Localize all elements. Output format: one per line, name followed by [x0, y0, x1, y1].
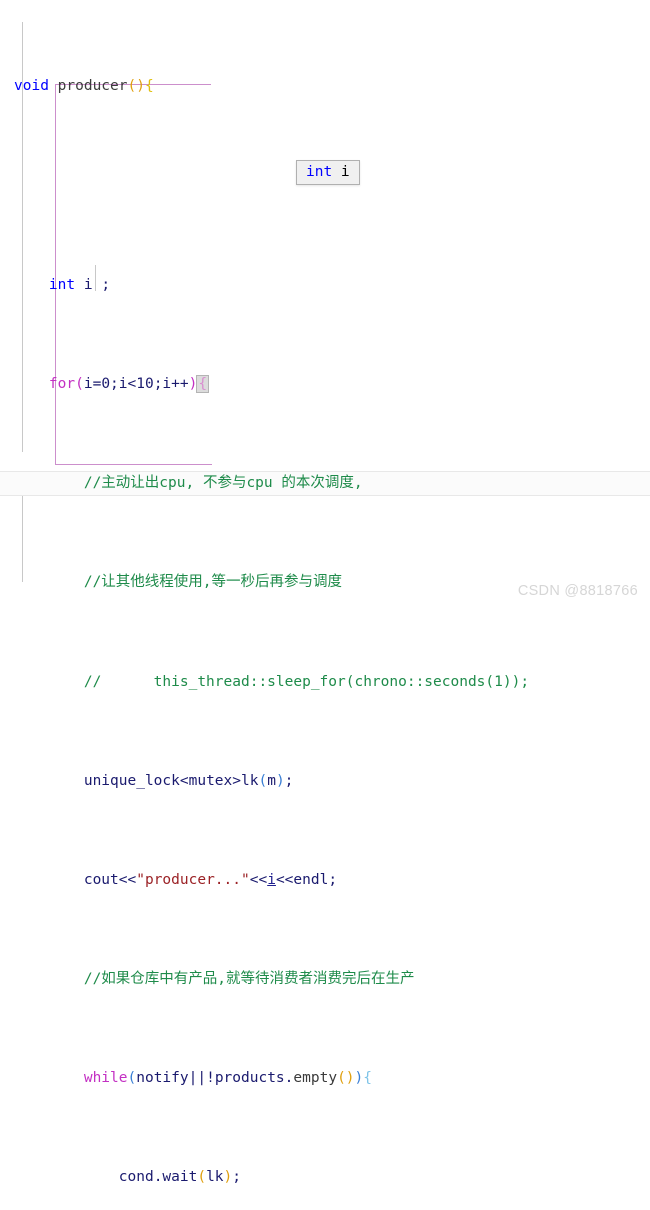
token-comment: // this_thread::sleep_for(chrono::second…	[83, 673, 530, 690]
token-var-i: i	[75, 276, 102, 293]
token-open-paren: (	[258, 772, 268, 789]
code-line-2[interactable]: int i ;	[0, 273, 650, 298]
token-shift-operator: <<	[118, 871, 137, 888]
code-line-10[interactable]: while(notify||!products.empty()){	[0, 1066, 650, 1091]
token-comment: //如果仓库中有产品,就等待消费者消费完后在生产	[83, 971, 415, 988]
token-keyword-void: void	[14, 78, 49, 95]
token-open-brace: {	[144, 78, 154, 95]
token-or-operator: ||	[188, 1070, 207, 1087]
token-keyword-for: for	[48, 375, 76, 392]
token-semicolon: ;	[232, 1169, 242, 1186]
token-call-parens: ()	[337, 1070, 355, 1087]
tooltip-keyword: int	[306, 164, 333, 180]
code-line-4-comment[interactable]: //主动让出cpu, 不参与cpu 的本次调度,	[0, 471, 650, 496]
token-close-paren: )	[354, 1070, 364, 1087]
token-shift-operator: <<	[249, 871, 268, 888]
token-shift-operator: <<	[275, 871, 294, 888]
token-open-paren: (	[197, 1169, 207, 1186]
code-line-6-comment[interactable]: // this_thread::sleep_for(chrono::second…	[0, 670, 650, 695]
token-open-paren: (	[127, 1070, 137, 1087]
watermark: CSDN @8818766	[517, 583, 638, 599]
hover-tooltip: int i	[296, 160, 360, 185]
token-dot: .	[284, 1070, 294, 1087]
token-matching-open-brace[interactable]: {	[196, 374, 210, 393]
token-function-producer: producer	[57, 78, 128, 95]
code-line-8[interactable]: cout<<"producer..."<<i<<endl;	[0, 868, 650, 893]
token-obj-cond: cond	[118, 1169, 154, 1186]
token-angle-open: <	[179, 772, 189, 789]
tooltip-variable: i	[332, 164, 350, 180]
token-parens: ()	[127, 78, 145, 95]
token-hovered-var-i[interactable]: i	[267, 872, 276, 888]
token-obj-products: products	[214, 1070, 285, 1087]
token-open-brace: {	[363, 1070, 372, 1087]
token-for-init: i=0;i<10;i++	[83, 375, 189, 392]
token-close-paren: )	[223, 1169, 233, 1186]
token-semicolon: ;	[101, 276, 111, 293]
token-keyword-while: while	[83, 1070, 128, 1087]
token-semicolon: ;	[328, 871, 338, 888]
code-line-3[interactable]: for(i=0;i<10;i++){	[0, 372, 650, 397]
token-arg-m: m	[267, 772, 276, 789]
token-string-literal: "producer..."	[136, 871, 250, 888]
token-open-paren: (	[75, 375, 84, 392]
code-line-7[interactable]: unique_lock<mutex>lk(m);	[0, 769, 650, 794]
code-line-9-comment[interactable]: //如果仓库中有产品,就等待消费者消费完后在生产	[0, 967, 650, 992]
code-line-0[interactable]: void producer(){	[0, 74, 650, 99]
token-endl: endl	[293, 871, 329, 888]
token-semicolon: ;	[284, 772, 294, 789]
token-dot: .	[153, 1169, 163, 1186]
token-var-notify: notify	[136, 1070, 189, 1087]
code-editor[interactable]: void producer(){ int i ; for(i=0;i<10;i+…	[0, 0, 650, 1185]
token-keyword-int: int	[48, 276, 76, 293]
token-var-lk: lk	[241, 772, 259, 789]
token-angle-close: >	[232, 772, 241, 789]
token-comment: //主动让出cpu, 不参与cpu 的本次调度,	[83, 475, 363, 492]
token-method-wait: wait	[162, 1169, 198, 1186]
token-not-operator: !	[206, 1070, 215, 1087]
token-comment: //让其他线程使用,等一秒后再参与调度	[83, 574, 343, 591]
code-line-11[interactable]: cond.wait(lk);	[0, 1165, 650, 1190]
token-method-empty: empty	[293, 1070, 338, 1087]
token-stream-cout: cout	[83, 871, 119, 888]
token-close-paren: )	[275, 772, 285, 789]
token-arg-lk: lk	[206, 1169, 224, 1186]
token-type-unique-lock: unique_lock	[83, 772, 180, 789]
token-type-mutex: mutex	[188, 772, 233, 789]
